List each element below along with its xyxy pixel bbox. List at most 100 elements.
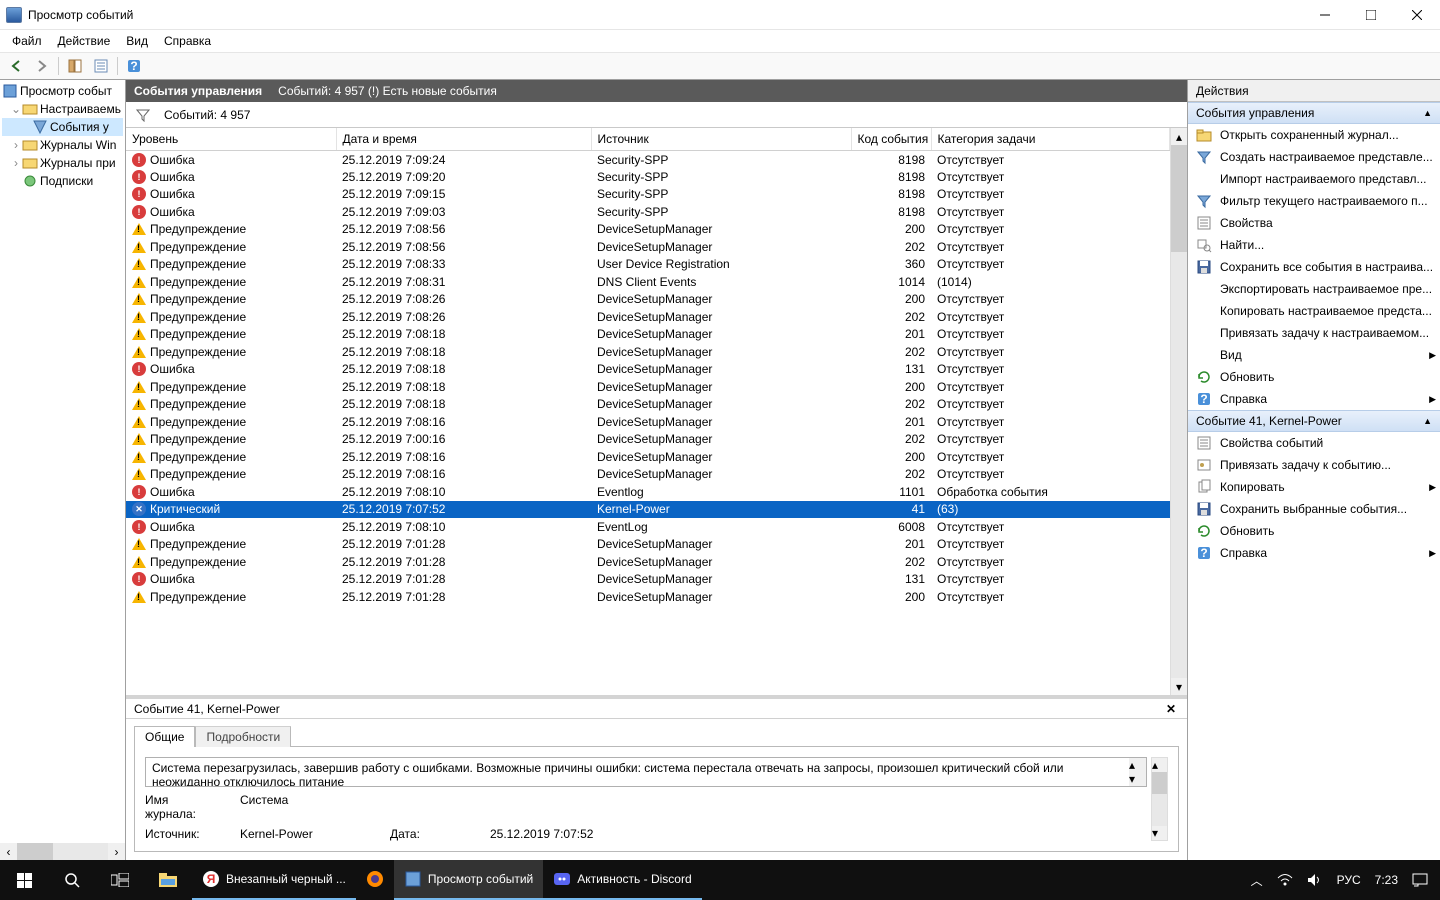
action-item[interactable]: ?Справка▶ [1188, 542, 1440, 564]
action-item[interactable]: ?Справка▶ [1188, 388, 1440, 410]
table-row[interactable]: Предупреждение25.12.2019 7:08:26DeviceSe… [126, 291, 1170, 309]
table-row[interactable]: Предупреждение25.12.2019 7:01:28DeviceSe… [126, 536, 1170, 554]
table-row[interactable]: !Ошибка25.12.2019 7:09:20Security-SPP819… [126, 168, 1170, 186]
clock[interactable]: 7:23 [1375, 873, 1398, 887]
table-header-row[interactable]: Уровень Дата и время Источник Код событи… [126, 128, 1170, 151]
tray-chevron-icon[interactable]: ︿ [1251, 872, 1263, 889]
table-row[interactable]: Предупреждение25.12.2019 7:08:18DeviceSe… [126, 326, 1170, 344]
help-button[interactable]: ? [122, 55, 146, 77]
table-row[interactable]: Предупреждение25.12.2019 7:08:31DNS Clie… [126, 273, 1170, 291]
cell-category: Отсутствует [931, 536, 1170, 554]
table-row[interactable]: Предупреждение25.12.2019 7:08:16DeviceSe… [126, 413, 1170, 431]
menu-help[interactable]: Справка [156, 32, 219, 50]
table-row[interactable]: !Ошибка25.12.2019 7:09:15Security-SPP819… [126, 186, 1170, 204]
col-source[interactable]: Источник [591, 128, 851, 151]
table-row[interactable]: Предупреждение25.12.2019 7:08:18DeviceSe… [126, 396, 1170, 414]
table-row[interactable]: Предупреждение25.12.2019 7:08:18DeviceSe… [126, 343, 1170, 361]
table-row[interactable]: Предупреждение25.12.2019 7:01:28DeviceSe… [126, 553, 1170, 571]
cell-datetime: 25.12.2019 7:09:15 [336, 186, 591, 204]
table-row[interactable]: Предупреждение25.12.2019 7:00:16DeviceSe… [126, 431, 1170, 449]
tab-general[interactable]: Общие [134, 726, 195, 747]
search-button[interactable] [48, 860, 96, 900]
notifications-icon[interactable] [1412, 873, 1428, 887]
table-row[interactable]: Предупреждение25.12.2019 7:08:16DeviceSe… [126, 466, 1170, 484]
start-button[interactable] [0, 860, 48, 900]
taskbar-app[interactable]: Просмотр событий [394, 860, 543, 900]
taskview-button[interactable] [96, 860, 144, 900]
action-item[interactable]: Свойства [1188, 212, 1440, 234]
table-row[interactable]: Предупреждение25.12.2019 7:08:26DeviceSe… [126, 308, 1170, 326]
detail-close-button[interactable]: ✕ [1163, 701, 1179, 717]
tree-admin-events[interactable]: События у [2, 118, 123, 136]
show-hide-tree-button[interactable] [63, 55, 87, 77]
table-row[interactable]: !Ошибка25.12.2019 7:08:18DeviceSetupMana… [126, 361, 1170, 379]
table-row[interactable]: !Ошибка25.12.2019 7:09:24Security-SPP819… [126, 151, 1170, 169]
table-row[interactable]: Предупреждение25.12.2019 7:08:56DeviceSe… [126, 221, 1170, 239]
taskbar-app[interactable]: ЯВнезапный черный ... [192, 860, 356, 900]
explorer-button[interactable] [144, 860, 192, 900]
tree-subscriptions[interactable]: Подписки [2, 172, 123, 190]
action-item[interactable]: Фильтр текущего настраиваемого п... [1188, 190, 1440, 212]
action-item[interactable]: Копировать▶ [1188, 476, 1440, 498]
volume-icon[interactable] [1307, 873, 1323, 887]
col-category[interactable]: Категория задачи [931, 128, 1170, 151]
menu-action[interactable]: Действие [50, 32, 119, 50]
tree-hscrollbar[interactable]: ‹› [0, 843, 125, 860]
action-label: Создать настраиваемое представле... [1220, 150, 1433, 164]
language-indicator[interactable]: РУС [1337, 873, 1361, 887]
table-row[interactable]: Предупреждение25.12.2019 7:08:33User Dev… [126, 256, 1170, 274]
tree-custom-views[interactable]: ⌄ Настраиваемь [2, 100, 123, 118]
action-item[interactable]: Вид▶ [1188, 344, 1440, 366]
cell-source: DeviceSetupManager [591, 361, 851, 379]
table-row[interactable]: Предупреждение25.12.2019 7:08:56DeviceSe… [126, 238, 1170, 256]
minimize-button[interactable] [1302, 0, 1348, 30]
wifi-icon[interactable] [1277, 873, 1293, 887]
table-row[interactable]: !Ошибка25.12.2019 7:01:28DeviceSetupMana… [126, 571, 1170, 589]
events-table[interactable]: Уровень Дата и время Источник Код событи… [126, 128, 1170, 606]
action-item[interactable]: Привязать задачу к настраиваемом... [1188, 322, 1440, 344]
table-row[interactable]: !Ошибка25.12.2019 7:08:10Eventlog1101Обр… [126, 483, 1170, 501]
action-item[interactable]: Создать настраиваемое представле... [1188, 146, 1440, 168]
table-row[interactable]: Предупреждение25.12.2019 7:08:16DeviceSe… [126, 448, 1170, 466]
taskbar-app[interactable]: Активность - Discord [543, 860, 701, 900]
menu-view[interactable]: Вид [118, 32, 156, 50]
table-row[interactable]: !Ошибка25.12.2019 7:09:03Security-SPP819… [126, 203, 1170, 221]
detail-vscrollbar[interactable]: ▴▾ [1151, 757, 1168, 841]
table-row[interactable]: !Ошибка25.12.2019 7:08:10EventLog6008Отс… [126, 518, 1170, 536]
table-row[interactable]: Предупреждение25.12.2019 7:01:28DeviceSe… [126, 588, 1170, 606]
action-item[interactable]: Обновить [1188, 520, 1440, 542]
tab-details[interactable]: Подробности [195, 726, 291, 747]
table-row[interactable]: Предупреждение25.12.2019 7:08:18DeviceSe… [126, 378, 1170, 396]
cell-eventid: 8198 [851, 203, 931, 221]
tree-app-logs[interactable]: › Журналы при [2, 154, 123, 172]
menu-bar: Файл Действие Вид Справка [0, 30, 1440, 52]
col-eventid[interactable]: Код события [851, 128, 931, 151]
tree-root[interactable]: Просмотр событ [2, 82, 123, 100]
menu-file[interactable]: Файл [4, 32, 50, 50]
action-item[interactable]: Обновить [1188, 366, 1440, 388]
actions-section-1[interactable]: События управления▲ [1188, 102, 1440, 124]
action-item[interactable]: Найти... [1188, 234, 1440, 256]
action-item[interactable]: Импорт настраиваемого представл... [1188, 168, 1440, 190]
maximize-button[interactable] [1348, 0, 1394, 30]
taskbar-app-icon [553, 870, 571, 888]
close-button[interactable] [1394, 0, 1440, 30]
action-item[interactable]: Сохранить выбранные события... [1188, 498, 1440, 520]
actions-section-2[interactable]: Событие 41, Kernel-Power▲ [1188, 410, 1440, 432]
properties-button[interactable] [89, 55, 113, 77]
system-tray[interactable]: ︿ РУС 7:23 [1239, 872, 1440, 889]
table-row[interactable]: ✕Критический25.12.2019 7:07:52Kernel-Pow… [126, 501, 1170, 519]
forward-button[interactable] [30, 55, 54, 77]
back-button[interactable] [4, 55, 28, 77]
col-level[interactable]: Уровень [126, 128, 336, 151]
events-vscrollbar[interactable]: ▴▾ [1170, 128, 1187, 695]
action-item[interactable]: Открыть сохраненный журнал... [1188, 124, 1440, 146]
col-datetime[interactable]: Дата и время [336, 128, 591, 151]
action-item[interactable]: Свойства событий [1188, 432, 1440, 454]
tree-windows-logs[interactable]: › Журналы Win [2, 136, 123, 154]
action-item[interactable]: Сохранить все события в настраива... [1188, 256, 1440, 278]
taskbar-app[interactable] [356, 860, 394, 900]
action-item[interactable]: Привязать задачу к событию... [1188, 454, 1440, 476]
action-item[interactable]: Копировать настраиваемое предста... [1188, 300, 1440, 322]
action-item[interactable]: Экспортировать настраиваемое пре... [1188, 278, 1440, 300]
